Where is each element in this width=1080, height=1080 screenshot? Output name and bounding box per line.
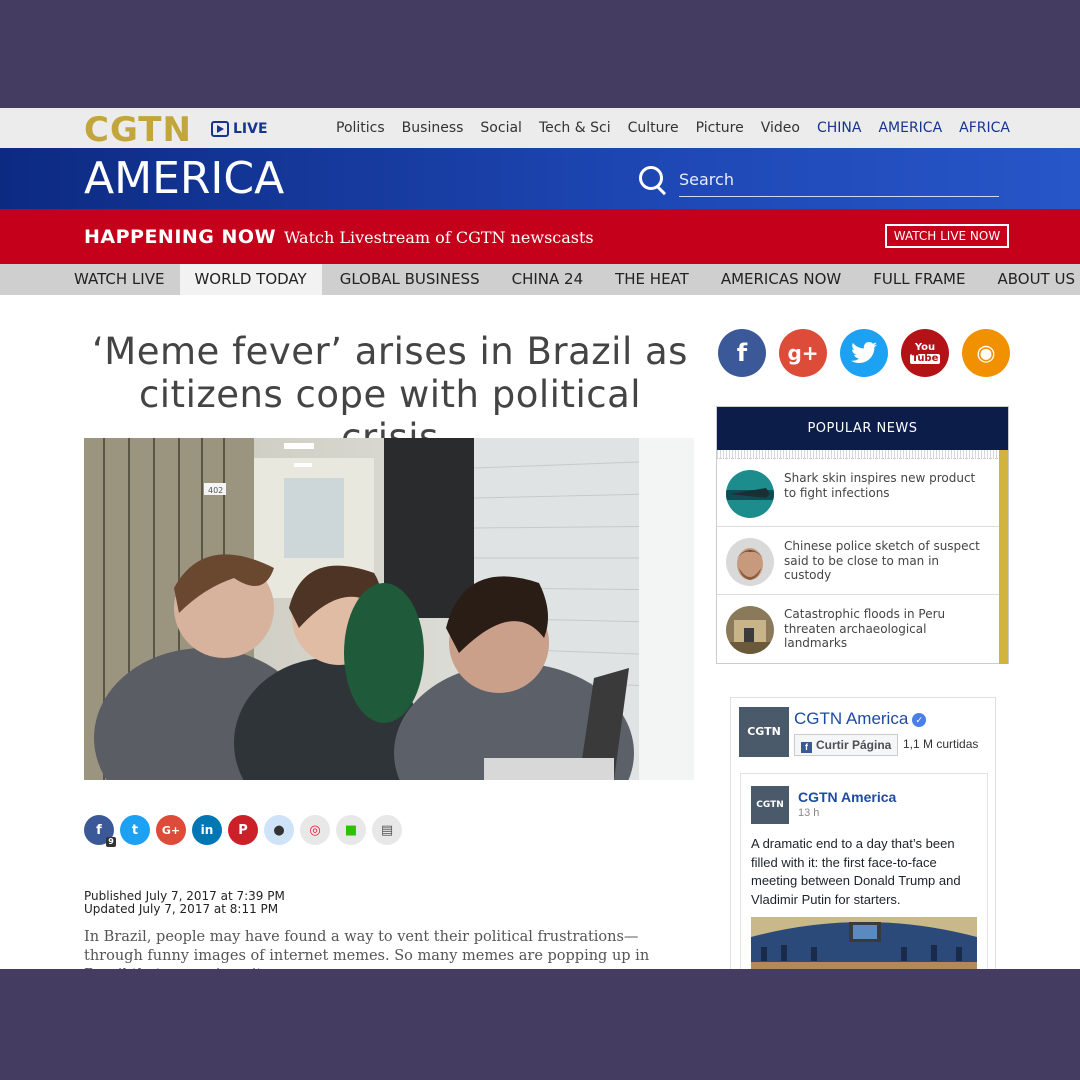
youtube-icon[interactable]: You Tube (901, 329, 949, 377)
googleplus-icon[interactable]: g+ (779, 329, 827, 377)
twitter-icon[interactable] (840, 329, 888, 377)
nav-business[interactable]: Business (402, 120, 464, 136)
share-wechat-icon[interactable]: ■ (336, 815, 366, 845)
section-about-us[interactable]: ABOUT US (981, 264, 1080, 295)
facebook-post: CGTN CGTN America 13 h A dramatic end to… (740, 773, 988, 969)
popular-item[interactable]: Catastrophic floods in Peru threaten arc… (717, 595, 999, 662)
nav-america[interactable]: AMERICA (878, 120, 942, 136)
like-count: 1,1 M curtidas (903, 737, 979, 751)
post-message: A dramatic end to a day that’s been fill… (751, 836, 961, 907)
share-pinterest-icon[interactable]: P (228, 815, 258, 845)
section-nav: WATCH LIVE WORLD TODAY GLOBAL BUSINESS C… (0, 264, 1080, 295)
top-nav: Politics Business Social Tech & Sci Cult… (336, 108, 1010, 148)
popular-item-text: Shark skin inspires new product to fight… (784, 471, 976, 500)
page-name[interactable]: CGTN America (794, 709, 908, 728)
section-the-heat[interactable]: THE HEAT (599, 264, 705, 295)
updated-date: Updated July 7, 2017 at 8:11 PM (84, 902, 279, 916)
popular-thumbnail (726, 470, 774, 518)
like-page-label: Curtir Página (816, 738, 892, 752)
article-dates: Published July 7, 2017 at 7:39 PM Update… (84, 890, 285, 916)
nav-picture[interactable]: Picture (696, 120, 744, 136)
svg-text:402: 402 (208, 486, 223, 495)
post-time[interactable]: 13 h (798, 807, 819, 819)
section-global-business[interactable]: GLOBAL BUSINESS (322, 264, 496, 295)
facebook-glyph: f (736, 339, 748, 367)
facebook-page-widget: CGTN CGTN America ✓ f Curtir Página 1,1 M … (730, 697, 996, 969)
popular-item[interactable]: Chinese police sketch of suspect said to… (717, 527, 999, 595)
america-banner: AMERICA (0, 148, 1080, 209)
article-body: In Brazil, people may have found a way t… (84, 929, 650, 969)
top-bar: CGTN LIVE Politics Business Social Tech … (0, 108, 1080, 149)
browser-viewport: CGTN LIVE Politics Business Social Tech … (0, 108, 1080, 969)
popular-item-text: Catastrophic floods in Peru threaten arc… (784, 607, 946, 650)
share-googleplus-icon[interactable]: G+ (156, 815, 186, 845)
play-icon (211, 121, 229, 137)
page-name-row: CGTN America ✓ (794, 709, 927, 729)
youtube-label-top: You (914, 341, 936, 353)
share-linkedin-icon[interactable]: in (192, 815, 222, 845)
post-author-logo[interactable]: CGTN (751, 786, 789, 824)
section-americas-now[interactable]: AMERICAS NOW (705, 264, 857, 295)
popular-thumbnail (726, 538, 774, 586)
post-author[interactable]: CGTN America (798, 789, 896, 805)
share-reddit-icon[interactable]: ● (264, 815, 294, 845)
article-photo: 402 (84, 438, 694, 780)
nav-china[interactable]: CHINA (817, 120, 861, 136)
share-twitter-icon[interactable]: t (120, 815, 150, 845)
popular-item-text: Chinese police sketch of suspect said to… (784, 539, 980, 582)
live-label: LIVE (233, 121, 268, 137)
googleplus-glyph: g+ (787, 341, 819, 365)
nav-video[interactable]: Video (761, 120, 800, 136)
popular-item[interactable]: Shark skin inspires new product to fight… (717, 459, 999, 527)
popular-news-title: POPULAR NEWS (717, 407, 1008, 450)
section-full-frame[interactable]: FULL FRAME (857, 264, 981, 295)
happening-now-bar: HAPPENING NOW Watch Livestream of CGTN n… (0, 209, 1080, 264)
print-icon[interactable]: ▤ (372, 815, 402, 845)
page-logo[interactable]: CGTN (739, 707, 789, 757)
cgtn-logo[interactable]: CGTN (84, 111, 192, 149)
section-world-today[interactable]: WORLD TODAY (180, 264, 322, 295)
popular-news: POPULAR NEWS Shark skin inspires new pro… (716, 406, 1009, 664)
post-image[interactable] (751, 917, 977, 969)
social-follow: f g+ You Tube ◉ (718, 329, 1010, 377)
divider (717, 450, 1008, 459)
youtube-label-bottom: Tube (909, 352, 941, 364)
nav-africa[interactable]: AFRICA (959, 120, 1010, 136)
popular-thumbnail (726, 606, 774, 654)
search-box (636, 162, 1000, 198)
twitter-bird-icon (851, 342, 877, 363)
happening-now-label: HAPPENING NOW (84, 226, 277, 248)
nav-politics[interactable]: Politics (336, 120, 385, 136)
section-watch-live[interactable]: WATCH LIVE (0, 264, 180, 295)
weibo-icon[interactable]: ◉ (962, 329, 1010, 377)
watch-live-now-button[interactable]: WATCH LIVE NOW (885, 224, 1009, 248)
accent-bar (999, 450, 1008, 664)
search-input[interactable] (679, 162, 999, 197)
verified-icon: ✓ (912, 712, 927, 727)
share-count-badge: 9 (106, 837, 116, 847)
facebook-small-icon: f (801, 742, 812, 753)
banner-title[interactable]: AMERICA (84, 152, 284, 206)
nav-tech-sci[interactable]: Tech & Sci (539, 120, 611, 136)
share-buttons: f9 t G+ in P ● ◎ ■ ▤ (84, 815, 402, 847)
share-weibo-icon[interactable]: ◎ (300, 815, 330, 845)
facebook-icon[interactable]: f (718, 329, 766, 377)
nav-culture[interactable]: Culture (628, 120, 679, 136)
share-facebook-icon[interactable]: f9 (84, 815, 116, 847)
livestream-link[interactable]: Watch Livestream of CGTN newscasts (284, 228, 594, 247)
live-link[interactable]: LIVE (211, 118, 268, 140)
like-page-button[interactable]: f Curtir Página (794, 734, 899, 756)
search-icon[interactable] (639, 166, 663, 190)
section-china-24[interactable]: CHINA 24 (496, 264, 600, 295)
nav-social[interactable]: Social (480, 120, 522, 136)
